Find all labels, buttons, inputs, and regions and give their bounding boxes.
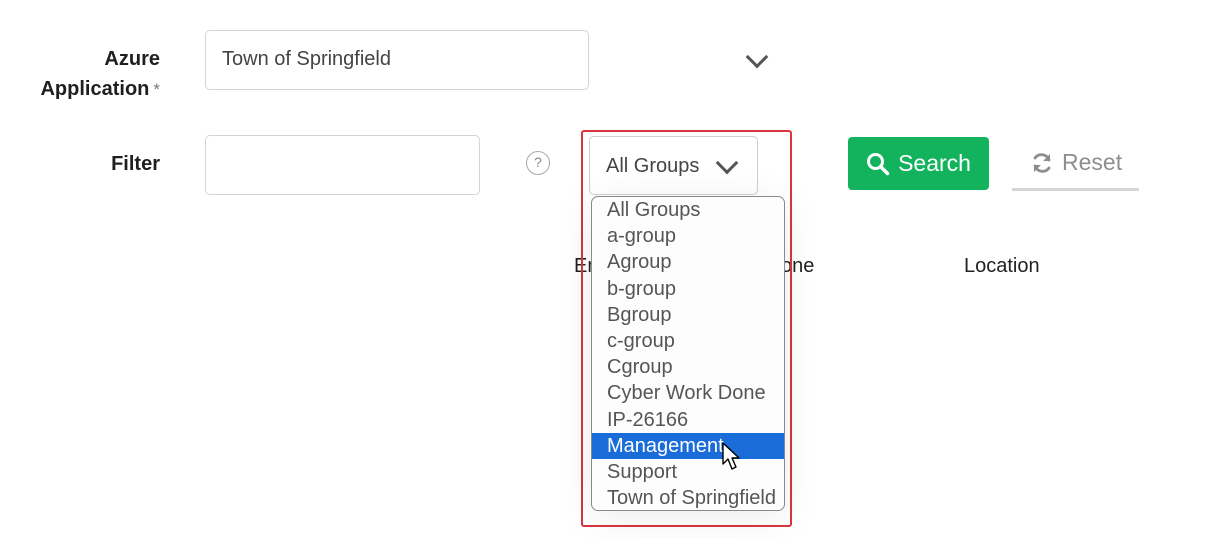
required-mark: * xyxy=(153,80,160,99)
group-select[interactable]: All Groups xyxy=(589,136,758,195)
chevron-down-icon xyxy=(745,45,769,69)
group-option[interactable]: a-group xyxy=(592,223,784,249)
reset-button[interactable]: Reset xyxy=(1012,137,1139,191)
azure-application-value: Town of Springfield xyxy=(222,48,391,70)
group-option[interactable]: Cyber Work Done xyxy=(592,380,784,406)
group-option[interactable]: Bgroup xyxy=(592,302,784,328)
group-option[interactable]: Cgroup xyxy=(592,354,784,380)
column-header-location: Location xyxy=(964,255,1040,277)
azure-application-select[interactable]: Town of Springfield xyxy=(205,30,769,90)
azure-application-label: Azure Application * xyxy=(20,44,160,105)
search-button[interactable]: Search xyxy=(848,137,989,190)
azure-label-line1: Azure xyxy=(104,48,160,70)
group-option[interactable]: Agroup xyxy=(592,249,784,275)
group-select-value: All Groups xyxy=(606,155,700,177)
filter-input[interactable] xyxy=(205,135,480,195)
group-option[interactable]: All Groups xyxy=(592,197,784,223)
group-option[interactable]: Management xyxy=(592,432,784,459)
help-glyph: ? xyxy=(534,154,542,170)
group-option[interactable]: b-group xyxy=(592,276,784,302)
chevron-down-icon xyxy=(715,151,739,175)
group-option[interactable]: Support xyxy=(592,459,784,485)
group-dropdown-list[interactable]: All Groups a-group Agroup b-group Bgroup c-gr… xyxy=(591,196,785,511)
reset-button-label: Reset xyxy=(1062,149,1123,175)
group-option[interactable]: c-group xyxy=(592,328,784,354)
refresh-icon xyxy=(1033,152,1051,173)
filter-label: Filter xyxy=(111,153,160,175)
mouse-cursor-icon xyxy=(722,442,740,470)
search-icon xyxy=(867,152,890,175)
group-option[interactable]: IP-26166 xyxy=(592,407,784,433)
help-icon[interactable]: ? xyxy=(526,151,550,175)
search-button-label: Search xyxy=(898,150,971,176)
group-option[interactable]: Town of Springfield xyxy=(592,485,784,510)
azure-label-line2: Application xyxy=(40,78,150,100)
